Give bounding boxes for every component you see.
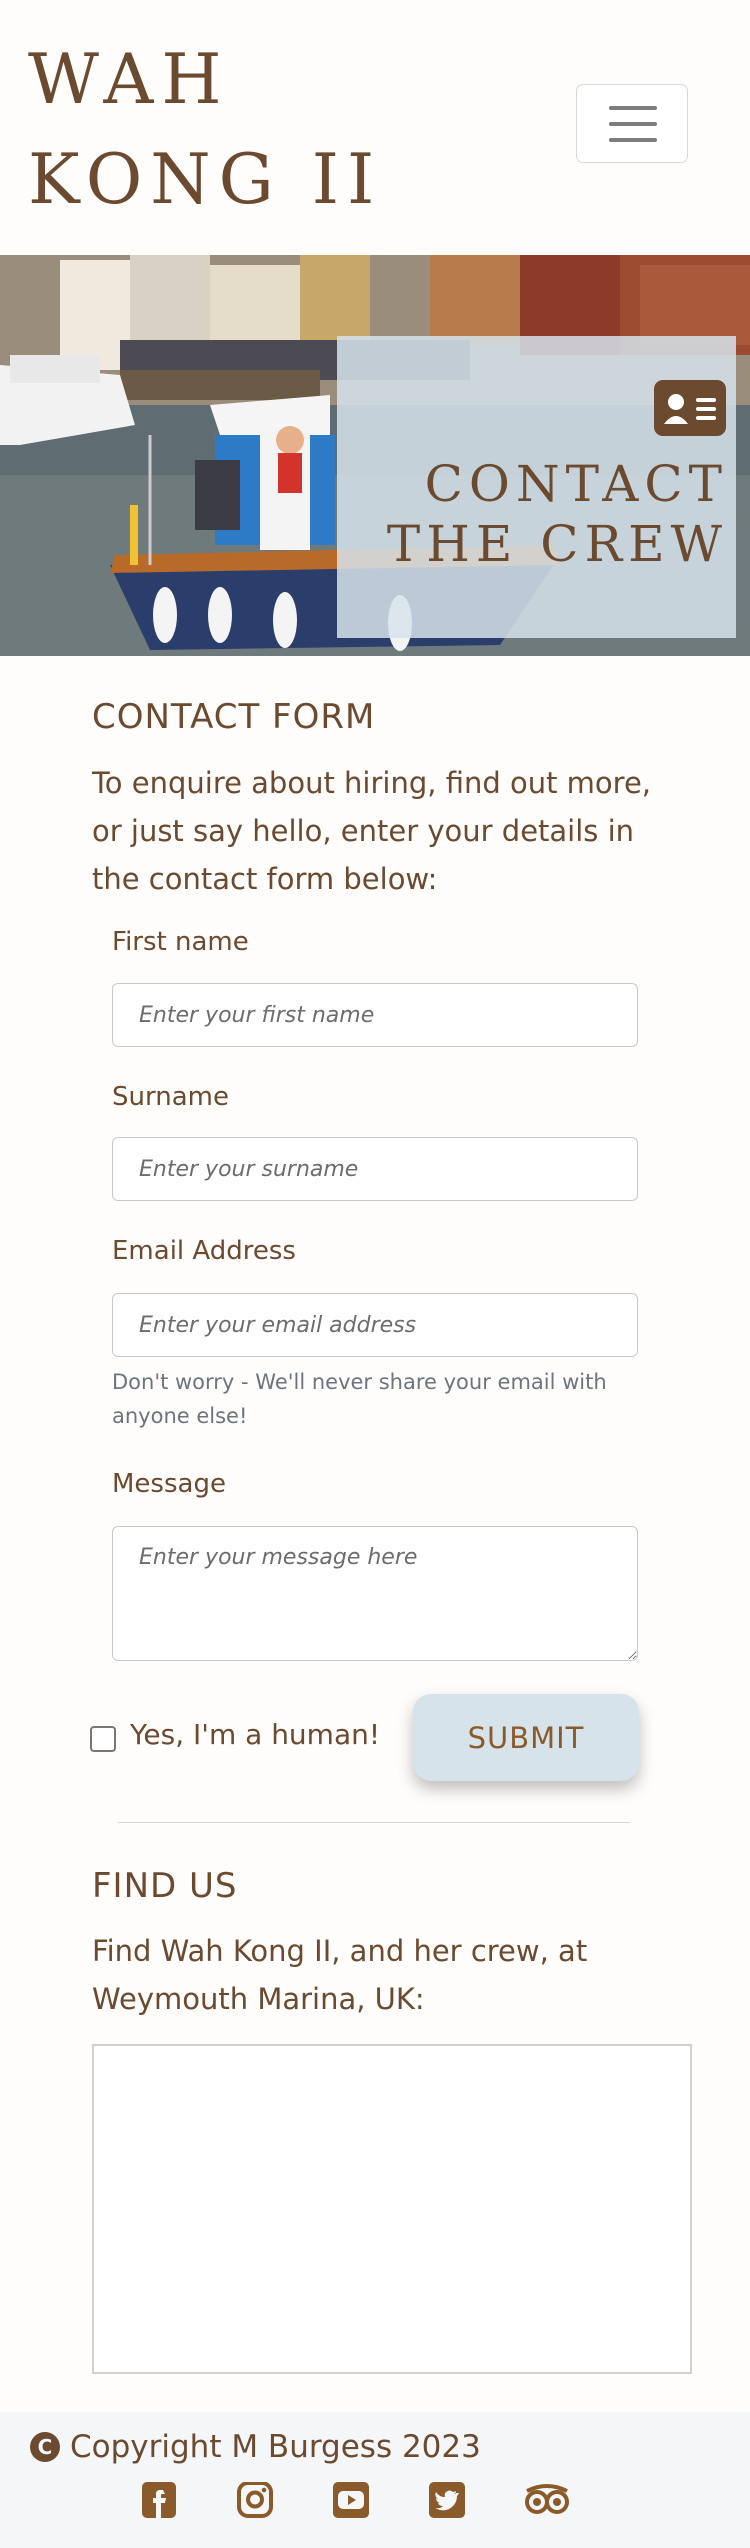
nav-toggle-button[interactable] [576, 84, 688, 163]
tripadvisor-icon[interactable] [524, 2482, 570, 2518]
email-label: Email Address [112, 1236, 296, 1266]
facebook-icon[interactable] [140, 2482, 178, 2518]
youtube-icon[interactable] [332, 2482, 370, 2518]
hamburger-menu-icon [609, 106, 657, 110]
surname-label: Surname [112, 1082, 229, 1112]
surname-field[interactable] [112, 1137, 638, 1201]
email-field[interactable] [112, 1293, 638, 1357]
page-title-line-2: THE CREW [386, 515, 728, 573]
twitter-icon[interactable] [428, 2482, 466, 2518]
contact-intro: To enquire about hiring, find out more, … [92, 766, 652, 896]
hamburger-bar [609, 122, 657, 126]
find-us-heading: FIND US [92, 1866, 238, 1906]
hero-banner: CONTACT THE CREW [0, 255, 750, 656]
page-title: CONTACT THE CREW [387, 454, 728, 574]
instagram-icon[interactable] [236, 2481, 274, 2518]
email-help-text: Don't worry - We'll never share your ema… [112, 1370, 607, 1428]
message-field[interactable] [112, 1526, 638, 1661]
find-us-text: Find Wah Kong II, and her crew, at Weymo… [92, 1934, 588, 2016]
copyright-text: Copyright M Burgess 2023 [70, 2429, 481, 2465]
section-divider [118, 1822, 630, 1823]
brand-line-1: WAH [28, 40, 230, 120]
hero-title-panel: CONTACT THE CREW [337, 336, 736, 638]
message-label: Message [112, 1469, 226, 1499]
copyright-icon: C [30, 2432, 60, 2462]
site-brand[interactable]: WAH KONG II [28, 30, 382, 230]
first-name-label: First name [112, 927, 249, 957]
address-card-icon [654, 380, 726, 436]
human-checkbox-label[interactable]: Yes, I'm a human! [130, 1718, 380, 1751]
page-title-line-1: CONTACT [424, 455, 728, 513]
brand-line-2: KONG II [28, 140, 383, 220]
map-embed[interactable] [92, 2044, 692, 2374]
human-checkbox[interactable] [90, 1726, 116, 1752]
hamburger-bar [609, 138, 657, 142]
contact-form-heading: CONTACT FORM [92, 697, 376, 737]
first-name-field[interactable] [112, 983, 638, 1047]
submit-button[interactable]: SUBMIT [413, 1694, 639, 1781]
